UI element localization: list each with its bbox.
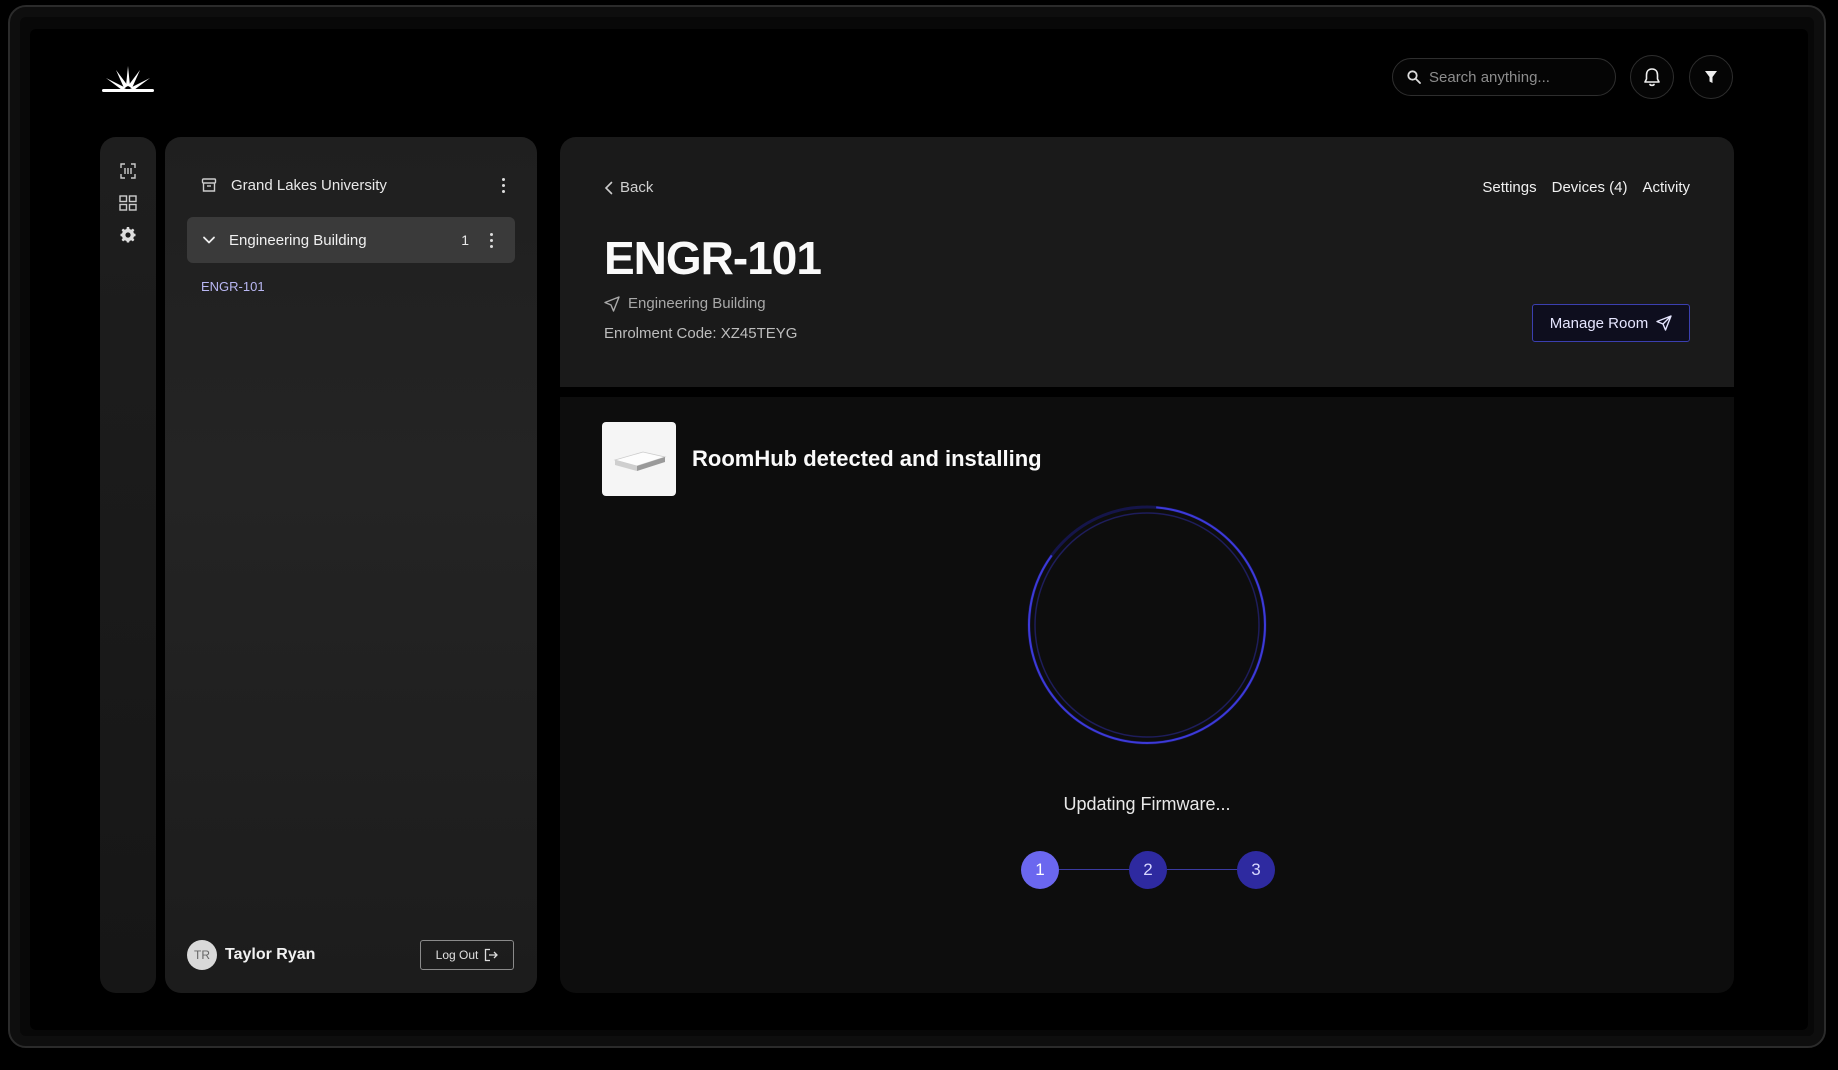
location-arrow-icon	[604, 295, 620, 312]
org-row[interactable]: Grand Lakes University	[201, 173, 511, 197]
install-stepper: 1 2 3	[1021, 850, 1281, 890]
org-name: Grand Lakes University	[231, 176, 387, 194]
enrolment-code: Enrolment Code: XZ45TEYG	[604, 325, 797, 342]
logout-label: Log Out	[435, 948, 479, 962]
location-sidebar: Grand Lakes University Engineering Build…	[165, 137, 537, 993]
search-input[interactable]	[1429, 68, 1599, 86]
chevron-down-icon[interactable]	[201, 232, 217, 248]
brand-logo	[102, 66, 154, 92]
tab-settings[interactable]: Settings	[1482, 179, 1536, 196]
manage-room-label: Manage Room	[1549, 314, 1649, 332]
manage-room-button[interactable]: Manage Room	[1532, 304, 1690, 342]
install-title: RoomHub detected and installing	[692, 446, 1042, 471]
sidebar-item-engineering-building[interactable]: Engineering Building 1	[187, 217, 515, 263]
page-title: ENGR-101	[604, 232, 822, 284]
enrolment-label: Enrolment Code:	[604, 325, 717, 342]
search-icon	[1407, 70, 1421, 84]
sidebar-item-room[interactable]: ENGR-101	[201, 279, 265, 294]
building-menu-icon[interactable]	[483, 228, 499, 252]
room-tabs: Settings Devices (4) Activity	[1482, 179, 1690, 196]
logout-icon	[485, 948, 499, 962]
room-location: Engineering Building	[604, 295, 766, 312]
search-bar[interactable]	[1392, 58, 1616, 96]
progress-ring	[1027, 505, 1267, 745]
user-profile[interactable]: TR Taylor Ryan	[187, 940, 315, 970]
avatar: TR	[187, 940, 217, 970]
step-connector	[1167, 869, 1241, 870]
building-name: Engineering Building	[229, 231, 367, 249]
room-location-text: Engineering Building	[628, 295, 766, 312]
install-panel: RoomHub detected and installing Updating…	[560, 397, 1734, 993]
step-1: 1	[1021, 851, 1059, 889]
org-menu-icon[interactable]	[495, 173, 511, 197]
building-room-count: 1	[461, 232, 469, 248]
filter-button[interactable]	[1689, 55, 1733, 99]
enrolment-value: XZ45TEYG	[720, 325, 798, 342]
settings-gear-icon[interactable]	[118, 225, 138, 245]
room-header: Back Settings Devices (4) Activity ENGR-…	[560, 137, 1734, 387]
send-icon	[1656, 315, 1672, 331]
chevron-left-icon	[604, 181, 613, 194]
logout-button[interactable]: Log Out	[420, 940, 514, 970]
grid-icon[interactable]	[118, 193, 138, 213]
step-2: 2	[1129, 851, 1167, 889]
user-name: Taylor Ryan	[225, 946, 316, 963]
notifications-button[interactable]	[1630, 55, 1674, 99]
bell-icon	[1644, 68, 1660, 87]
install-status: Updating Firmware...	[1063, 794, 1231, 814]
tab-devices[interactable]: Devices (4)	[1552, 179, 1628, 196]
scan-icon[interactable]	[118, 161, 138, 181]
building-icon	[201, 178, 217, 192]
back-label: Back	[620, 179, 654, 196]
icon-rail	[100, 137, 156, 993]
tab-activity[interactable]: Activity	[1642, 179, 1690, 196]
step-3: 3	[1237, 851, 1275, 889]
back-link[interactable]: Back	[604, 179, 653, 196]
step-connector	[1059, 869, 1133, 870]
filter-icon	[1705, 71, 1717, 83]
roomhub-device-image	[602, 422, 676, 496]
